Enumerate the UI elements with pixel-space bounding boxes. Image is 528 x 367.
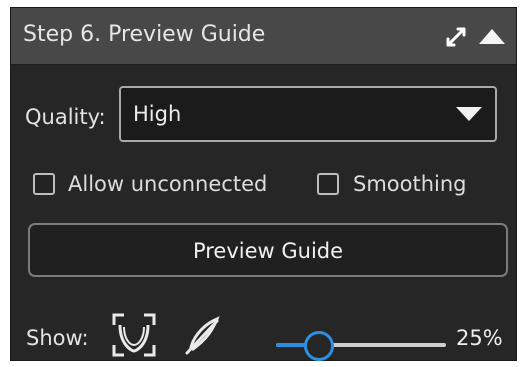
quality-select[interactable]: High (119, 86, 497, 142)
smoothing-checkbox[interactable] (317, 173, 339, 195)
show-label: Show: (26, 326, 89, 350)
expand-icon[interactable] (442, 23, 470, 51)
quality-selected-value: High (133, 102, 182, 126)
allow-unconnected-label[interactable]: Allow unconnected (68, 170, 267, 198)
zoom-slider-thumb[interactable] (303, 331, 334, 361)
quality-label: Quality: (25, 105, 106, 129)
preview-guide-button-label: Preview Guide (192, 239, 344, 263)
zoom-percent: 25% (456, 326, 503, 350)
allow-unconnected-checkbox[interactable] (33, 173, 55, 195)
chevron-down-icon (456, 107, 482, 121)
options-row: Allow unconnected Smoothing (33, 169, 503, 205)
visibility-feather-icon[interactable] (181, 315, 223, 357)
preview-guide-panel: Step 6. Preview Guide Quality: High Allo… (11, 8, 516, 361)
preview-guide-button[interactable]: Preview Guide (28, 223, 508, 277)
collapse-up-icon[interactable] (477, 24, 507, 48)
panel-title: Step 6. Preview Guide (23, 22, 266, 47)
teeth-view-icon[interactable] (110, 311, 158, 359)
screenshot-frame: Step 6. Preview Guide Quality: High Allo… (0, 0, 528, 367)
zoom-slider[interactable] (276, 331, 446, 361)
smoothing-label[interactable]: Smoothing (353, 170, 467, 198)
panel-header: Step 6. Preview Guide (11, 8, 516, 65)
